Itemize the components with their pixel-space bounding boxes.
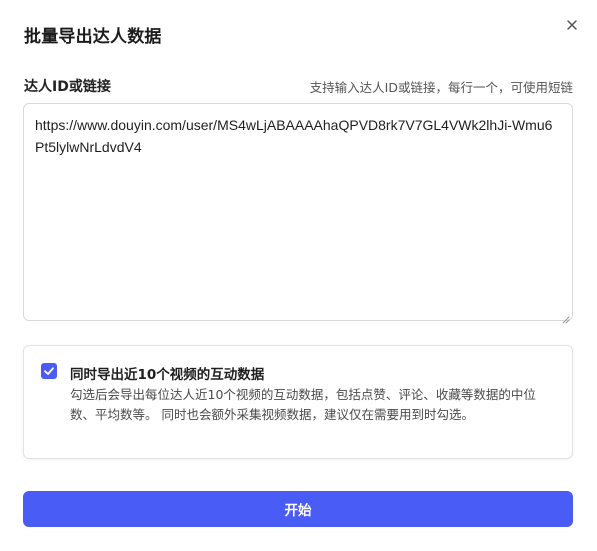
export-video-data-option: 同时导出近10个视频的互动数据 勾选后会导出每位达人近10个视频的互动数据，包括… — [23, 345, 573, 459]
batch-export-dialog: 批量导出达人数据 达人ID或链接 支持输入达人ID或链接，每行一个，可使用短链 … — [0, 0, 597, 551]
checkmark-icon — [41, 363, 57, 379]
export-video-data-checkbox[interactable] — [41, 363, 57, 379]
close-button[interactable] — [561, 14, 583, 36]
resize-handle-icon[interactable] — [561, 309, 570, 324]
option-title: 同时导出近10个视频的互动数据 — [70, 367, 265, 383]
option-description: 勾选后会导出每位达人近10个视频的互动数据，包括点赞、评论、收藏等数据的中位数、… — [70, 387, 536, 422]
links-textarea-container: https://www.douyin.com/user/MS4wLjABAAAA… — [23, 103, 573, 324]
dialog-title: 批量导出达人数据 — [24, 27, 162, 47]
input-label-row: 达人ID或链接 支持输入达人ID或链接，每行一个，可使用短链 — [24, 76, 573, 96]
close-icon — [561, 14, 583, 36]
links-textarea[interactable]: https://www.douyin.com/user/MS4wLjABAAAA… — [24, 104, 572, 320]
field-label: 达人ID或链接 — [24, 79, 111, 95]
field-hint: 支持输入达人ID或链接，每行一个，可使用短链 — [309, 80, 573, 95]
start-button[interactable]: 开始 — [23, 491, 573, 527]
